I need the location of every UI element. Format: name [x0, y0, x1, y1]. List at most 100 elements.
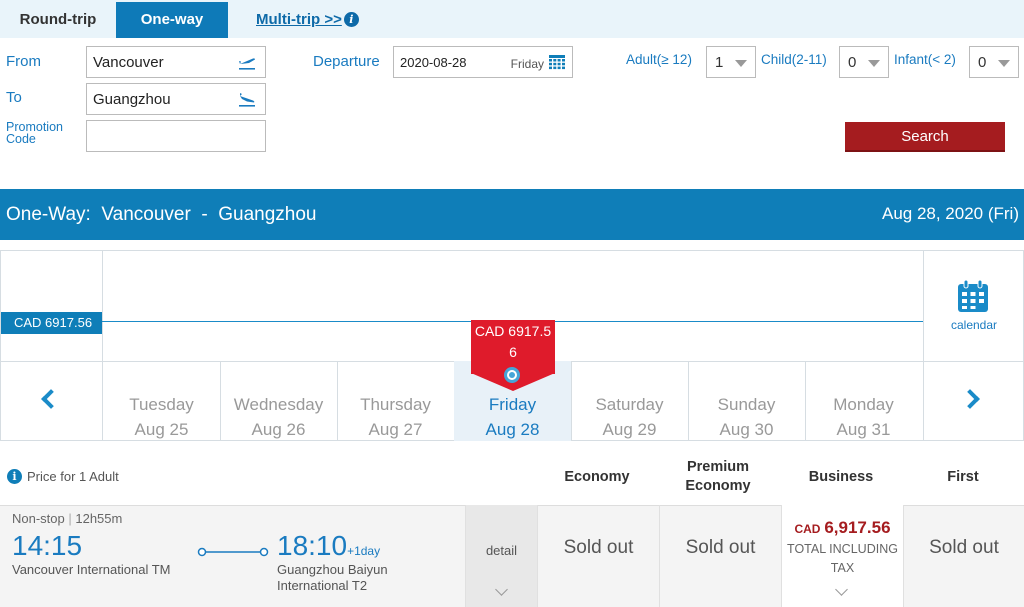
route-summary-bar: One-Way: Vancouver - Guangzhou Aug 28, 2…	[0, 189, 1024, 240]
day-option[interactable]: Tuesday Aug 25	[103, 361, 220, 441]
graph-divider	[923, 251, 924, 440]
tab-round-trip[interactable]: Round-trip	[0, 2, 116, 38]
child-select[interactable]: 0	[839, 46, 889, 78]
adult-select[interactable]: 1	[706, 46, 756, 78]
arrive-airport-line2: International T2	[277, 578, 368, 593]
business-amount: 6,917.56	[824, 518, 891, 537]
to-field[interactable]: Guangzhou	[86, 83, 266, 115]
economy-fare-cell: Sold out	[537, 505, 659, 607]
price-for-label: Price for 1 Adult	[27, 469, 119, 484]
adult-value: 1	[715, 54, 724, 71]
route-date: Aug 28, 2020 (Fri)	[881, 204, 1019, 223]
route-title: One-Way: Vancouver - Guangzhou	[6, 204, 317, 225]
plane-takeoff-icon	[239, 58, 255, 70]
detail-label[interactable]: detail	[466, 505, 537, 558]
day-weekday: Wednesday	[233, 395, 324, 414]
from-field[interactable]: Vancouver	[86, 46, 266, 78]
tab-one-way[interactable]: One-way	[116, 2, 228, 38]
business-currency: CAD	[794, 522, 821, 536]
departure-label: Departure	[313, 53, 380, 70]
chevron-down-icon	[998, 60, 1010, 67]
day-date: Aug 25	[134, 420, 189, 439]
business-fare-cell[interactable]: CAD 6,917.56 TOTAL INCLUDING TAX	[781, 505, 903, 607]
calendar-grid-icon[interactable]	[549, 55, 565, 70]
day-weekday: Tuesday	[129, 395, 194, 414]
to-label: To	[6, 89, 22, 106]
day-date: Aug 27	[368, 420, 423, 439]
business-note-line2: TAX	[830, 561, 855, 575]
infant-value: 0	[978, 54, 987, 71]
business-note-line1: TOTAL INCLUDING	[787, 542, 898, 556]
promo-code-label: Promotion Code	[6, 121, 63, 146]
day-option[interactable]: Monday Aug 31	[805, 361, 922, 441]
info-icon: i	[7, 469, 22, 484]
day-weekday: Thursday	[360, 395, 431, 414]
selected-price-bubble: CAD 6917.5 6	[471, 320, 555, 374]
column-first: First	[947, 469, 979, 485]
promo-code-input[interactable]	[86, 120, 266, 152]
column-economy: Economy	[564, 469, 630, 485]
day-date: Aug 26	[251, 420, 306, 439]
day-date: Aug 28	[485, 420, 540, 439]
price-level-tag: CAD 6917.56	[1, 312, 102, 334]
column-premium-economy: Premium Economy	[659, 458, 777, 496]
day-option[interactable]: Sunday Aug 30	[688, 361, 805, 441]
day-weekday: Saturday	[595, 395, 664, 414]
premium-economy-fare-cell: Sold out	[659, 505, 781, 607]
business-price[interactable]: CAD 6,917.56	[782, 505, 903, 538]
chevron-down-icon[interactable]	[835, 583, 848, 596]
chevron-down-icon	[495, 583, 508, 596]
flight-stops-duration: Non-stop | 12h55m	[12, 511, 123, 526]
calendar-label[interactable]: calendar	[924, 318, 1024, 332]
chevron-down-icon	[735, 60, 747, 67]
day-weekday: Sunday	[717, 395, 776, 414]
selected-price-line2: 6	[509, 344, 517, 360]
from-label: From	[6, 53, 41, 70]
first-fare-cell: Sold out	[903, 505, 1024, 607]
info-icon[interactable]: i	[343, 12, 359, 27]
infant-select[interactable]: 0	[969, 46, 1019, 78]
child-label: Child(2-11)	[761, 52, 827, 67]
flight-stops: Non-stop	[12, 511, 65, 526]
to-value[interactable]: Guangzhou	[93, 91, 171, 108]
from-value[interactable]: Vancouver	[93, 54, 164, 71]
arrive-day-offset: +1day	[347, 544, 381, 558]
child-value: 0	[848, 54, 857, 71]
arrive-airport-line1: Guangzhou Baiyun	[277, 562, 388, 577]
day-weekday: Friday	[488, 395, 537, 414]
day-date: Aug 31	[836, 420, 891, 439]
day-date: Aug 29	[602, 420, 657, 439]
infant-label: Infant(< 2)	[894, 52, 956, 67]
column-premium-line2: Economy	[685, 478, 751, 494]
arrive-airport: Guangzhou Baiyun International T2	[277, 562, 388, 594]
plane-landing-icon	[239, 93, 255, 107]
adult-label: Adult(≥ 12)	[626, 52, 692, 67]
day-option[interactable]: Wednesday Aug 26	[220, 361, 337, 441]
selected-price-line1: CAD 6917.5	[474, 323, 552, 339]
day-option[interactable]: Thursday Aug 27	[337, 361, 454, 441]
day-weekday: Monday	[833, 395, 894, 414]
tab-multi-trip-label[interactable]: Multi-trip >>	[256, 11, 342, 28]
search-button[interactable]: Search	[845, 122, 1005, 152]
depart-time: 14:15	[12, 530, 83, 561]
calendar-icon[interactable]	[957, 280, 989, 313]
arrive-time-wrap: 18:10+1day	[277, 530, 380, 562]
day-date: Aug 30	[719, 420, 774, 439]
trip-type-tabs: Round-trip One-way Multi-trip >> i	[0, 0, 1024, 38]
column-premium-line1: Premium	[686, 459, 750, 475]
arrive-time: 18:10	[277, 530, 348, 561]
chevron-down-icon	[868, 60, 880, 67]
depart-airport: Vancouver International TM	[12, 562, 171, 577]
business-note: TOTAL INCLUDING TAX	[782, 540, 903, 578]
promo-label-line2: Code	[6, 132, 36, 146]
flight-duration: 12h55m	[75, 511, 123, 526]
column-business: Business	[808, 469, 874, 485]
departure-date-field[interactable]: 2020-08-28 Friday	[393, 46, 573, 78]
day-option[interactable]: Saturday Aug 29	[571, 361, 688, 441]
flight-detail-toggle[interactable]: detail	[465, 505, 537, 607]
departure-weekday: Friday	[510, 57, 544, 71]
tab-multi-trip[interactable]: Multi-trip >> i	[256, 2, 359, 38]
selected-price-point	[504, 367, 520, 383]
departure-date-value[interactable]: 2020-08-28	[400, 55, 467, 70]
flight-path-line	[197, 547, 269, 557]
